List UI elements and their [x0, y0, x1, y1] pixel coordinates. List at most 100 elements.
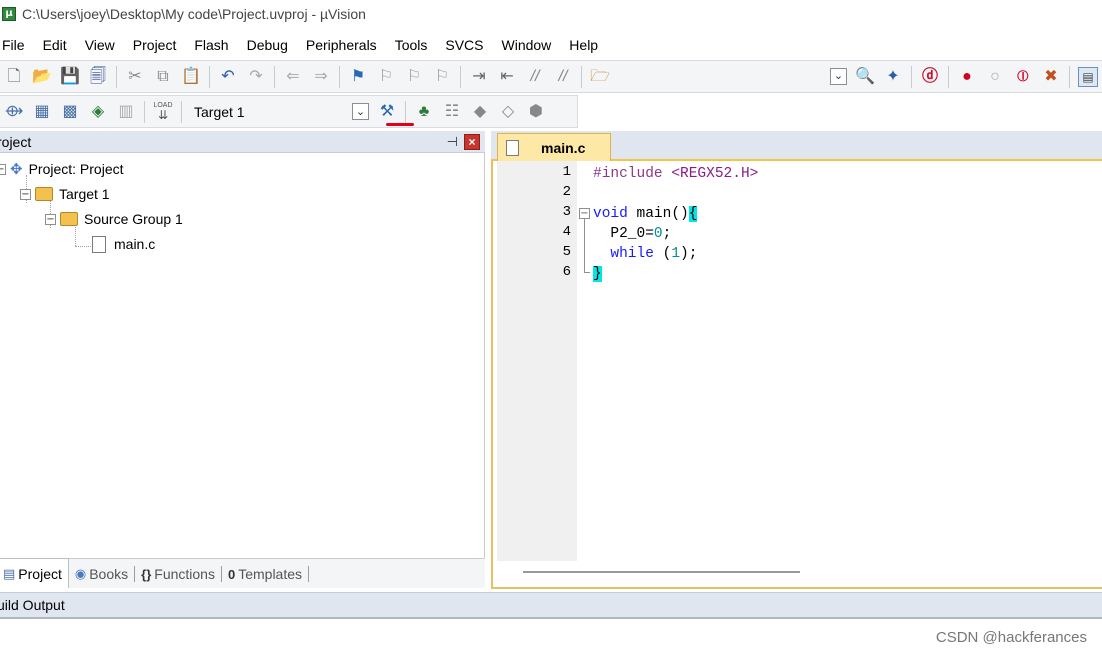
code-editor[interactable]: 1 2 3 4 5 6 − #include <REGX52.H> void ma… — [491, 161, 1102, 589]
code-line[interactable]: void main(){ — [593, 204, 698, 224]
horizontal-scrollbar[interactable] — [497, 561, 1102, 587]
menu-bar: File Edit View Project Flash Debug Perip… — [0, 33, 607, 57]
find-dropdown-icon[interactable]: ⌄ — [830, 68, 847, 85]
enable-breakpoint-icon[interactable]: ○ — [985, 67, 1005, 87]
menu-window[interactable]: Window — [493, 37, 561, 53]
download-icon[interactable]: LOAD ⇊ — [153, 102, 173, 122]
options-for-target-icon[interactable]: ⚒ — [377, 102, 397, 122]
code-token: ; — [662, 226, 672, 242]
uncomment-icon[interactable]: // — [553, 67, 573, 87]
bookmark-icon[interactable]: ⚑ — [348, 67, 368, 87]
indent-icon[interactable]: ⇥ — [469, 67, 489, 87]
toolbar-separator — [274, 65, 275, 88]
code-line[interactable]: #include <REGX52.H> — [593, 164, 758, 184]
folder-icon — [60, 212, 78, 226]
line-number: 1 — [562, 164, 571, 180]
copy-icon[interactable]: ⧉ — [153, 67, 173, 87]
menu-project[interactable]: Project — [124, 37, 186, 53]
tab-templates[interactable]: 0 Templates — [222, 560, 308, 588]
kill-breakpoints-icon[interactable]: ✖ — [1041, 67, 1061, 87]
open-folder-icon[interactable]: 📂 — [32, 67, 52, 87]
toolbar-separator — [911, 65, 912, 88]
redo-icon[interactable]: ↷ — [246, 67, 266, 87]
fold-collapse-icon[interactable]: − — [579, 208, 590, 219]
prev-bookmark-icon[interactable]: ⚐ — [376, 67, 396, 87]
unindent-icon[interactable]: ⇤ — [497, 67, 517, 87]
menu-help[interactable]: Help — [560, 37, 607, 53]
scrollbar-thumb[interactable] — [523, 571, 800, 573]
navigate-forward-icon[interactable]: ⇒ — [311, 67, 331, 87]
pack-installer-icon[interactable]: ◇ — [498, 102, 518, 122]
code-token: 1 — [671, 246, 681, 262]
menu-edit[interactable]: Edit — [34, 37, 76, 53]
stop-build-icon[interactable]: ▥ — [116, 102, 136, 122]
tree-item-project[interactable]: − ✥ Project: Project — [0, 157, 124, 181]
debug-session-icon[interactable]: ⓓ — [920, 67, 940, 87]
project-tree: − ✥ Project: Project − Target 1 − Source… — [0, 153, 485, 558]
tree-item-file[interactable]: main.c — [92, 232, 155, 256]
menu-svcs[interactable]: SVCS — [436, 37, 492, 53]
manage-project-items-icon[interactable]: ♣ — [414, 102, 434, 122]
rebuild-icon[interactable]: ▩ — [60, 102, 80, 122]
tree-item-source-group[interactable]: − Source Group 1 — [45, 207, 183, 231]
tab-project[interactable]: ▤ Project — [0, 558, 69, 588]
window-layout-icon[interactable]: ▤ — [1078, 66, 1098, 87]
menu-file[interactable]: File — [0, 37, 34, 53]
comment-icon[interactable]: // — [525, 67, 545, 87]
select-packs-icon[interactable]: ☷ — [442, 102, 462, 122]
code-line[interactable]: } — [593, 264, 602, 284]
code-token: ); — [680, 246, 698, 262]
manage-run-time-icon[interactable]: ◆ — [470, 102, 490, 122]
clear-bookmarks-icon[interactable]: ⚐ — [432, 67, 452, 87]
disable-breakpoints-icon[interactable]: ⦶ — [1013, 67, 1033, 87]
next-bookmark-icon[interactable]: ⚐ — [404, 67, 424, 87]
code-token: main() — [627, 206, 689, 222]
panel-header-icons: ⊣ × — [447, 133, 480, 150]
build-icon[interactable]: ▦ — [32, 102, 52, 122]
translate-icon[interactable]: ⟴ — [4, 102, 24, 122]
editor-tab-main-c[interactable]: main.c — [497, 133, 611, 161]
batch-build-icon[interactable]: ◈ — [88, 102, 108, 122]
line-number: 6 — [562, 264, 571, 280]
functions-tab-icon: {} — [141, 566, 152, 582]
paste-icon[interactable]: 📋 — [181, 67, 201, 87]
toolbar-separator — [144, 100, 145, 123]
code-line[interactable]: while (1); — [593, 244, 697, 264]
toolbar-right-group: ⌄ 🔍 ✦ ⓓ ● ○ ⦶ ✖ ▤ — [826, 61, 1102, 92]
window-title: C:\Users\joey\Desktop\My code\Project.uv… — [22, 5, 366, 22]
toolbar-separator — [181, 100, 182, 123]
code-token: { — [688, 206, 698, 222]
save-all-icon[interactable]: 🗐 — [88, 67, 108, 87]
pin-icon[interactable]: ⊣ — [447, 134, 458, 150]
tree-item-target[interactable]: − Target 1 — [20, 182, 110, 206]
menu-view[interactable]: View — [76, 37, 124, 53]
collapse-icon[interactable]: − — [0, 163, 6, 175]
target-select[interactable]: Target 1 ⌄ — [192, 101, 369, 123]
new-file-icon[interactable]: 🗋 — [4, 67, 24, 87]
menu-tools[interactable]: Tools — [386, 37, 437, 53]
cut-icon[interactable]: ✂ — [125, 67, 145, 87]
software-packs-icon[interactable]: ⬢ — [526, 102, 546, 122]
code-line[interactable]: P2_0=0; — [593, 224, 671, 244]
chevron-down-icon[interactable]: ⌄ — [352, 103, 369, 120]
collapse-icon[interactable]: − — [45, 213, 56, 225]
find-in-files-icon[interactable]: 🗁 — [590, 67, 610, 87]
close-icon[interactable]: × — [464, 133, 480, 150]
tab-functions[interactable]: {} Functions — [135, 560, 221, 588]
undo-icon[interactable]: ↶ — [218, 67, 238, 87]
menu-debug[interactable]: Debug — [238, 37, 297, 53]
collapse-icon[interactable]: − — [20, 188, 31, 200]
toolbar-separator — [460, 65, 461, 88]
incremental-find-icon[interactable]: ✦ — [883, 67, 903, 87]
menu-flash[interactable]: Flash — [185, 37, 237, 53]
line-number: 2 — [562, 184, 571, 200]
save-icon[interactable]: 💾 — [60, 67, 80, 87]
insert-breakpoint-icon[interactable]: ● — [957, 67, 977, 87]
c-file-icon — [92, 235, 106, 253]
code-token: ( — [653, 246, 672, 262]
tree-connector — [75, 246, 91, 247]
menu-peripherals[interactable]: Peripherals — [297, 37, 386, 53]
find-icon[interactable]: 🔍 — [855, 67, 875, 87]
navigate-back-icon[interactable]: ⇐ — [283, 67, 303, 87]
tab-books[interactable]: ◉ Books — [69, 560, 134, 588]
